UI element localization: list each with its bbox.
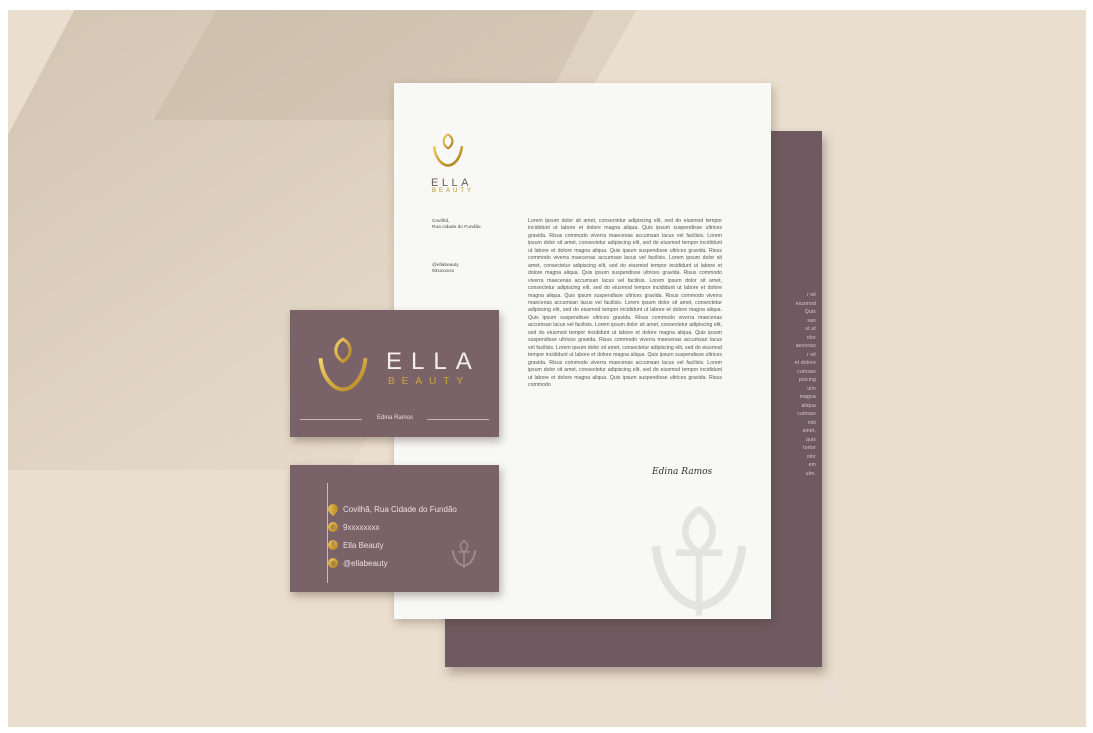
phone-icon: ✆ <box>328 522 338 532</box>
contact-text: Ella Beauty <box>343 540 384 550</box>
divider <box>427 419 489 420</box>
back-sheet-text-fragment: r sit <box>806 292 816 298</box>
back-sheet-text-fragment: Quis <box>804 309 816 315</box>
letterhead-address: Covilhã, Rua cidade do Fundão <box>432 219 481 231</box>
stationery-mockup-scene: r sit eiusmod Quis san ut at olor aecenas r sit… <box>8 10 1086 727</box>
back-sheet-text-fragment: eiusmod <box>795 300 816 307</box>
card-brand-sub: BEAUTY <box>388 376 471 387</box>
contact-row-phone: ✆ 9xxxxxxxx <box>328 520 379 534</box>
contact-phone: 93xxxxxxx <box>432 269 455 274</box>
logo-watermark-icon <box>651 505 747 616</box>
facebook-icon: f <box>328 540 338 550</box>
back-sheet-text-fragment: magna <box>799 394 816 400</box>
card-person-name: Edina Ramos <box>376 415 414 421</box>
back-sheet-text-fragment: olor <box>806 334 816 341</box>
address-line: Rua cidade do Fundão <box>432 225 481 230</box>
contact-row-facebook: f Ella Beauty <box>328 538 383 552</box>
back-sheet-text-fragment: cumsan <box>797 411 816 417</box>
business-card-front: ELLA BEAUTY Edina Ramos <box>290 310 499 437</box>
contact-text: @ellabeauty <box>343 558 388 568</box>
location-pin-icon <box>325 501 341 517</box>
contact-row-instagram: ◎ @ellabeauty <box>328 556 388 570</box>
contact-text: 9xxxxxxxx <box>343 522 380 532</box>
back-sheet-text-fragment: em <box>808 462 816 468</box>
back-sheet-signature: ll <box>825 679 840 704</box>
back-sheet-text-fragment: ulm <box>807 385 816 392</box>
ella-beauty-logo-icon <box>318 337 368 395</box>
business-card-back: Covilhã, Rua Cidade do Fundão ✆ 9xxxxxxx… <box>290 465 499 592</box>
instagram-icon: ◎ <box>328 558 338 568</box>
back-sheet-text-fragment: san <box>807 317 816 324</box>
logo-watermark-icon <box>451 539 477 569</box>
back-sheet-text-fragment: amet, <box>802 428 816 434</box>
back-sheet-text-fragment: r sit <box>806 351 816 358</box>
back-sheet-text-fragment: cumsan <box>797 368 816 375</box>
letterhead-contact: @ellabeauty 93xxxxxxx <box>432 263 459 275</box>
back-sheet-text-fragment: nisi <box>807 419 816 426</box>
letterhead-body-text: Lorem ipsum dolor sit amet, consectetur … <box>528 218 722 388</box>
back-sheet-text-fragment: olor <box>806 453 816 460</box>
back-sheet-text-fragment: quis <box>806 436 816 443</box>
back-sheet-text-fragment: piscing <box>799 377 816 383</box>
back-sheet-text-fragment: aecenas <box>795 343 816 349</box>
back-sheet-text-fragment: ut at <box>805 326 816 332</box>
back-sheet-text-fragment: ulm. <box>805 470 816 477</box>
contact-row-address: Covilhã, Rua Cidade do Fundão <box>325 501 457 517</box>
letterhead-brand-sub: BEAUTY <box>432 188 475 194</box>
card-brand-name: ELLA <box>386 348 481 375</box>
back-sheet-text-fragment: tortor <box>803 445 816 451</box>
back-sheet-text-fragment: aliqua <box>801 402 816 409</box>
ella-beauty-logo-icon <box>432 133 464 169</box>
contact-text: Covilhã, Rua Cidade do Fundão <box>343 504 457 514</box>
back-sheet-text-fragment: et dolore <box>794 360 816 366</box>
letterhead-signature: Edina Ramos <box>652 467 713 477</box>
divider <box>300 419 362 420</box>
